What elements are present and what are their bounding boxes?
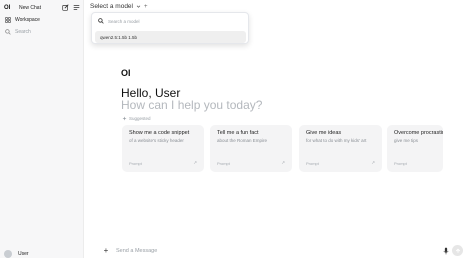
prompt-card[interactable]: Show me a code snippet of a website's st…: [122, 125, 204, 172]
search-icon: [98, 18, 104, 24]
card-subtitle: give me tips: [394, 137, 419, 143]
grid-icon: [4, 16, 11, 23]
sparkle-icon: [122, 116, 127, 121]
main-logo: OI: [121, 68, 131, 78]
arrow-up-right-icon: ↗: [371, 160, 375, 165]
menu-icon[interactable]: [72, 4, 80, 12]
sidebar-item-label: Workspace: [15, 16, 40, 23]
app-logo: OI: [4, 4, 11, 11]
microphone-icon[interactable]: [442, 246, 450, 255]
sidebar-item-workspace[interactable]: Workspace: [4, 15, 80, 24]
arrow-up-right-icon: ↗: [281, 160, 285, 165]
message-input[interactable]: [116, 247, 436, 254]
prompt-card[interactable]: Overcome procrastination give me tips Pr…: [387, 125, 443, 172]
greeting-subtitle: How can I help you today?: [121, 98, 263, 112]
pencil-square-icon[interactable]: [61, 4, 69, 12]
user-name: User: [18, 250, 29, 257]
model-selector[interactable]: Select a model +: [90, 2, 148, 11]
card-subtitle: for what to do with my kids' art: [306, 137, 367, 143]
suggested-label: Suggested: [122, 116, 151, 121]
card-footer: Prompt: [217, 161, 230, 166]
new-chat-button[interactable]: New Chat: [19, 5, 58, 11]
search-icon: [4, 28, 11, 35]
model-option[interactable]: qwen2.5:1.5b 1.5b: [95, 31, 246, 43]
model-dropdown: Search a model qwen2.5:1.5b 1.5b: [91, 12, 249, 44]
user-menu[interactable]: User: [4, 249, 29, 258]
card-footer: Prompt: [306, 161, 319, 166]
model-search-input[interactable]: Search a model: [108, 19, 140, 24]
model-search[interactable]: Search a model: [98, 17, 140, 25]
message-bar: +: [96, 243, 468, 258]
send-button[interactable]: [452, 245, 463, 256]
card-subtitle: about the Roman Empire: [217, 137, 268, 143]
sidebar: OI New Chat Workspace Search User: [0, 0, 84, 258]
card-title: Give me ideas: [306, 130, 342, 136]
card-title: Tell me a fun fact: [217, 130, 259, 136]
plus-icon[interactable]: +: [101, 246, 111, 256]
sidebar-search-input[interactable]: Search: [15, 29, 31, 35]
prompt-card[interactable]: Tell me a fun fact about the Roman Empir…: [210, 125, 292, 172]
card-title: Overcome procrastination: [394, 130, 443, 136]
chevron-down-icon[interactable]: [136, 4, 141, 9]
prompt-card[interactable]: Give me ideas for what to do with my kid…: [299, 125, 382, 172]
arrow-up-right-icon: ↗: [193, 160, 197, 165]
sidebar-search[interactable]: Search: [4, 27, 80, 36]
card-subtitle: of a website's sticky header: [129, 137, 184, 143]
sidebar-header: OI New Chat: [4, 2, 80, 13]
model-select-label[interactable]: Select a model: [90, 3, 133, 10]
card-footer: Prompt: [129, 161, 142, 166]
avatar: [4, 249, 12, 258]
add-model-icon[interactable]: +: [144, 4, 148, 10]
suggested-text: Suggested: [129, 116, 151, 121]
card-footer: Prompt: [394, 161, 407, 166]
arrow-up-icon: [455, 248, 460, 253]
card-title: Show me a code snippet: [129, 130, 190, 136]
